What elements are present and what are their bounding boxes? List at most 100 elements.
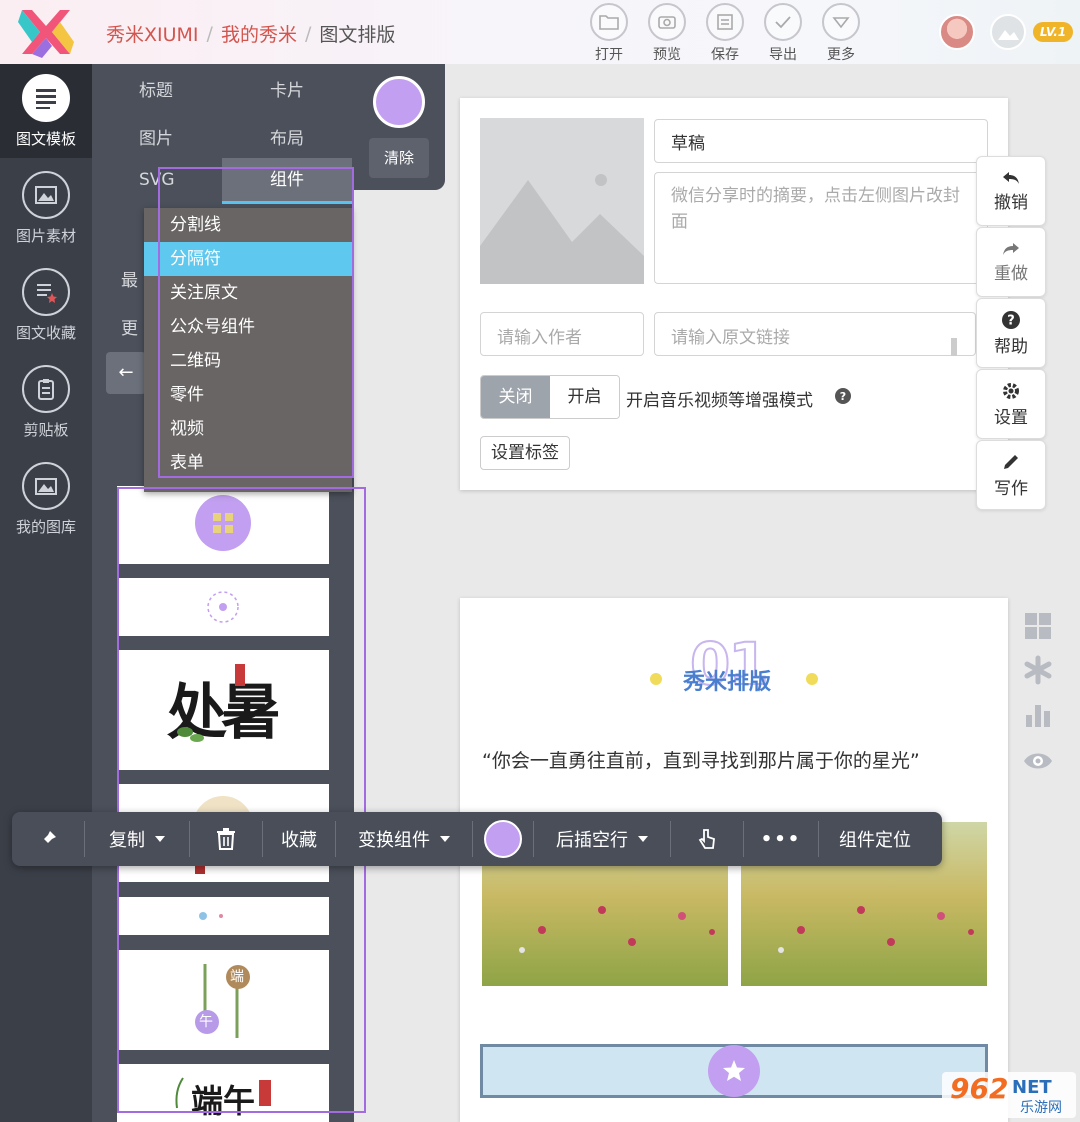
locate-label: 组件定位 (839, 830, 911, 851)
xiumi-logo[interactable] (16, 6, 76, 58)
theme-color-picker[interactable] (373, 76, 425, 128)
clipboard-icon (22, 365, 70, 413)
delete-button[interactable] (190, 812, 262, 866)
component-thumb-chushu[interactable]: 处暑 (117, 650, 329, 770)
enhance-mode-toggle[interactable]: 关闭 开启 (480, 375, 620, 419)
collect-button[interactable]: 收藏 (263, 812, 335, 866)
category-component[interactable]: 组件 (222, 158, 352, 204)
gear-icon (1003, 382, 1019, 399)
undo-button[interactable]: 撤销 (976, 156, 1046, 226)
component-color-button[interactable] (473, 812, 533, 866)
bar-chart-icon[interactable] (1022, 699, 1054, 731)
grid-icon[interactable] (1022, 610, 1054, 642)
scroll-thumb[interactable] (951, 338, 957, 356)
component-thumb-dotted-circle[interactable] (117, 578, 329, 636)
menu-item-parts[interactable]: 零件 (144, 378, 352, 412)
sidebar-item-image-material[interactable]: 图片素材 (0, 161, 92, 255)
menu-item-form[interactable]: 表单 (144, 446, 352, 480)
locate-component-button[interactable]: 组件定位 (819, 812, 931, 866)
title-input[interactable]: 草稿 (654, 119, 988, 163)
more-button[interactable]: 更多 (812, 3, 870, 64)
component-thumb-divider-icon[interactable] (117, 486, 329, 564)
asterisk-icon[interactable] (1022, 654, 1054, 686)
category-layout[interactable]: 布局 (270, 124, 304, 149)
undo-label: 撤销 (994, 192, 1028, 213)
title-dot-left (650, 673, 662, 685)
category-image[interactable]: 图片 (139, 124, 173, 149)
category-svg[interactable]: SVG (139, 170, 175, 190)
preview-quote[interactable]: “你会一直勇往直前，直到寻找到那片属于你的星光” (482, 746, 920, 773)
brand-link[interactable]: 秀米XIUMI (106, 20, 199, 47)
swap-component-dropdown[interactable]: 变换组件 (336, 812, 472, 866)
category-card[interactable]: 卡片 (270, 76, 304, 101)
select-pointer-button[interactable] (671, 812, 743, 866)
help-button[interactable]: ? 帮助 (976, 298, 1046, 368)
sidebar-item-article-template[interactable]: 图文模板 (0, 64, 92, 158)
site-watermark: 962 NET 乐游网 (942, 1072, 1076, 1118)
more-tab-partial[interactable]: 更 (121, 314, 138, 339)
breadcrumb: 秀米XIUMI / 我的秀米 / 图文排版 (106, 20, 395, 47)
settings-label: 设置 (994, 407, 1028, 428)
save-icon (706, 3, 744, 41)
watermark-net: NET (1012, 1077, 1052, 1098)
swap-label: 变换组件 (358, 830, 430, 851)
menu-item-follow-original[interactable]: 关注原文 (144, 276, 352, 310)
user-avatar[interactable] (939, 14, 975, 50)
more-options-button[interactable]: ••• (744, 812, 818, 866)
menu-item-video[interactable]: 视频 (144, 412, 352, 446)
component-thumb-duanwu-bamboo[interactable]: 端 午 (117, 950, 329, 1050)
wu-char: 午 (199, 1014, 213, 1030)
sidebar-item-label: 图文收藏 (15, 324, 76, 342)
menu-item-divider-line[interactable]: 分割线 (144, 208, 352, 242)
copy-dropdown[interactable]: 复制 (85, 812, 189, 866)
redo-button[interactable]: 重做 (976, 227, 1046, 297)
clear-button[interactable]: 清除 (369, 138, 429, 178)
pin-button[interactable] (12, 812, 84, 866)
preview-label: 预览 (653, 47, 681, 63)
enhance-mode-label: 开启音乐视频等增强模式 (626, 391, 813, 411)
help-circle-icon[interactable]: ? (834, 387, 852, 405)
settings-button[interactable]: 设置 (976, 369, 1046, 439)
recent-tab-partial[interactable]: 最 (121, 266, 138, 291)
breadcrumb-my-xiumi[interactable]: 我的秀米 (221, 20, 297, 47)
summary-textarea[interactable]: 微信分享时的摘要，点击左侧图片改封面 (654, 172, 988, 284)
save-button[interactable]: 保存 (696, 3, 754, 64)
component-thumb-duanwu-calligraphy[interactable]: 端午 (117, 1064, 329, 1122)
sidebar-item-label: 我的图库 (15, 518, 76, 536)
back-arrow-button[interactable]: ← (106, 352, 146, 394)
eye-icon[interactable] (1022, 745, 1054, 777)
menu-item-qrcode[interactable]: 二维码 (144, 344, 352, 378)
svg-text:?: ? (840, 390, 846, 403)
write-button[interactable]: 写作 (976, 440, 1046, 510)
open-button[interactable]: 打开 (580, 3, 638, 64)
set-tags-button[interactable]: 设置标签 (480, 436, 570, 470)
menu-item-separator[interactable]: 分隔符 (144, 242, 352, 276)
help-icon: ? (1002, 310, 1020, 329)
redo-icon (1003, 242, 1019, 255)
author-input[interactable]: 请输入作者 (480, 312, 644, 356)
category-title[interactable]: 标题 (139, 76, 173, 101)
source-link-input[interactable]: 请输入原文链接 (654, 312, 976, 356)
toggle-on[interactable]: 开启 (550, 376, 619, 418)
component-thumb-dots[interactable] (117, 897, 329, 935)
cover-image-placeholder[interactable] (480, 118, 644, 284)
redo-label: 重做 (994, 263, 1028, 284)
left-sidebar: 图文模板 图片素材 图文收藏 剪贴板 我的图库 (0, 64, 92, 1122)
insert-blank-line-dropdown[interactable]: 后插空行 (534, 812, 670, 866)
preview-title[interactable]: 秀米排版 (683, 664, 771, 696)
sidebar-item-label: 剪贴板 (23, 421, 69, 439)
preview-button[interactable]: 预览 (638, 3, 696, 64)
folder-icon (590, 3, 628, 41)
export-button[interactable]: 导出 (754, 3, 812, 64)
sidebar-item-gallery[interactable]: 我的图库 (0, 452, 92, 546)
image-material-icon (22, 171, 70, 219)
trash-icon (217, 828, 235, 850)
menu-item-official-account[interactable]: 公众号组件 (144, 310, 352, 344)
star-icon[interactable] (708, 1045, 760, 1097)
chevron-down-icon (155, 836, 165, 842)
toggle-off[interactable]: 关闭 (481, 376, 550, 418)
check-icon (764, 3, 802, 41)
team-avatar[interactable] (990, 14, 1026, 50)
sidebar-item-clipboard[interactable]: 剪贴板 (0, 355, 92, 449)
sidebar-item-favorites[interactable]: 图文收藏 (0, 258, 92, 352)
